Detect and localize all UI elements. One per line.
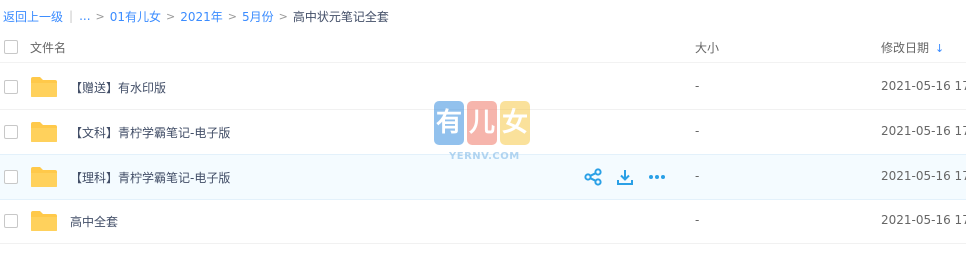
folder-icon bbox=[31, 211, 57, 231]
file-size: - bbox=[695, 169, 700, 183]
row-checkbox[interactable] bbox=[4, 80, 18, 94]
watermark-char: 女 bbox=[500, 101, 530, 145]
column-modified-label: 修改日期 bbox=[881, 41, 930, 55]
breadcrumb-item[interactable]: 01有儿女 bbox=[110, 8, 161, 25]
row-checkbox[interactable] bbox=[4, 214, 18, 228]
file-row[interactable]: 高中全套 - 2021-05-16 17:0 bbox=[0, 199, 966, 244]
breadcrumb-item[interactable]: 2021年 bbox=[180, 8, 223, 25]
file-date: 2021-05-16 17:0 bbox=[881, 124, 966, 138]
back-link[interactable]: 返回上一级 bbox=[3, 8, 63, 25]
folder-icon bbox=[31, 167, 57, 187]
file-date: 2021-05-16 17:0 bbox=[881, 79, 966, 93]
chevron-right-icon: > bbox=[95, 9, 105, 23]
watermark-domain: YERNV.COM bbox=[449, 151, 520, 162]
breadcrumb-ellipsis[interactable]: ... bbox=[79, 9, 90, 23]
folder-icon bbox=[31, 122, 57, 142]
breadcrumb-item[interactable]: 5月份 bbox=[242, 8, 274, 25]
file-size: - bbox=[695, 79, 700, 93]
chevron-right-icon: > bbox=[227, 9, 237, 23]
breadcrumb-divider: | bbox=[69, 9, 74, 23]
file-size: - bbox=[695, 124, 700, 138]
watermark-char: 有 bbox=[434, 101, 464, 145]
watermark-logo: 有 儿 女 YERNV.COM bbox=[434, 101, 534, 167]
file-name[interactable]: 【文科】青柠学霸笔记-电子版 bbox=[70, 124, 230, 141]
column-modified[interactable]: 修改日期 ↓ bbox=[881, 39, 944, 56]
select-all-checkbox[interactable] bbox=[4, 40, 18, 54]
row-actions bbox=[584, 168, 666, 186]
folder-icon bbox=[31, 77, 57, 97]
file-name[interactable]: 【理科】青柠学霸笔记-电子版 bbox=[70, 169, 230, 186]
breadcrumb-current: 高中状元笔记全套 bbox=[292, 9, 389, 24]
file-date: 2021-05-16 17:0 bbox=[881, 169, 966, 183]
file-list-header: 文件名 大小 修改日期 ↓ bbox=[0, 32, 966, 63]
file-browser: 返回上一级 | ... > 01有儿女 > 2021年 > 5月份 > 高中状元… bbox=[0, 0, 966, 265]
sort-down-arrow-icon[interactable]: ↓ bbox=[935, 42, 944, 55]
chevron-right-icon: > bbox=[278, 9, 288, 23]
row-checkbox[interactable] bbox=[4, 125, 18, 139]
file-size: - bbox=[695, 213, 700, 227]
column-filename[interactable]: 文件名 bbox=[30, 39, 66, 56]
more-icon[interactable] bbox=[648, 168, 666, 186]
row-checkbox[interactable] bbox=[4, 170, 18, 184]
breadcrumb: 返回上一级 | ... > 01有儿女 > 2021年 > 5月份 > 高中状元… bbox=[3, 7, 389, 25]
chevron-right-icon: > bbox=[166, 9, 176, 23]
file-date: 2021-05-16 17:0 bbox=[881, 213, 966, 227]
file-name[interactable]: 【赠送】有水印版 bbox=[70, 79, 166, 96]
share-icon[interactable] bbox=[584, 168, 602, 186]
column-size[interactable]: 大小 bbox=[695, 39, 719, 56]
file-name[interactable]: 高中全套 bbox=[70, 213, 118, 230]
download-icon[interactable] bbox=[616, 168, 634, 186]
watermark-char: 儿 bbox=[467, 101, 497, 145]
